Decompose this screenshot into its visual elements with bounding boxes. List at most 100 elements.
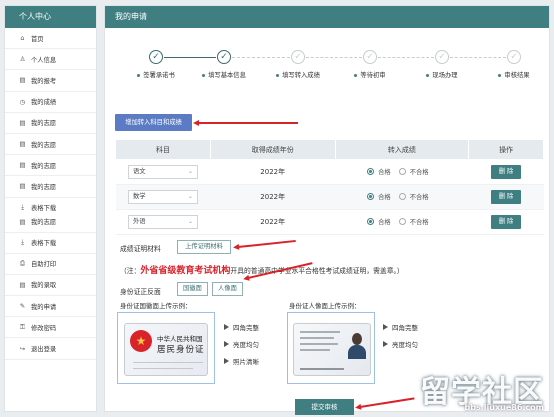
sidebar-item[interactable]: ▤ 我的报考 (5, 70, 96, 92)
sidebar-item[interactable]: ♙ 个人信息 (5, 49, 96, 71)
score-table: 科目 取得成绩年份 转入成绩 操作 语文 ⌄ 2022年 合格 不合格删 除数学 ⌄ 202… (115, 139, 544, 235)
subject-select[interactable]: 外语 ⌄ (127, 215, 198, 229)
step-label: 现场办理 (432, 72, 458, 79)
download-icon: ⤓ (21, 203, 24, 211)
menu-icon: ⌂ (20, 34, 25, 43)
step-label: 填写基本信息 (208, 72, 246, 79)
menu-icon: ⎙ (19, 259, 26, 268)
pass-radio[interactable]: 合格 (367, 192, 391, 201)
year-cell: 2022年 (210, 159, 336, 185)
check-icon: ✓ (291, 50, 305, 64)
sidebar-title: 个人中心 (5, 6, 96, 28)
menu-icon: ⚿ (20, 322, 25, 331)
col-header-action: 操作 (468, 139, 544, 160)
col-header-score: 转入成绩 (334, 139, 470, 160)
subject-select[interactable]: 语文 ⌄ (127, 165, 198, 179)
sidebar-item-label: 个人信息 (31, 56, 57, 64)
upload-portrait-side-button[interactable]: 人像面 (212, 282, 243, 296)
annotation-arrow (359, 397, 415, 408)
sidebar-item-label: 表格下载 (31, 205, 57, 212)
step: ✓ 签署承诺书 (121, 50, 191, 79)
portrait-photo (348, 333, 366, 359)
watermark: 留学社区 bbs.liuxue86.com (420, 375, 544, 412)
step: ✓ 现场办理 (407, 50, 477, 79)
sidebar-item-label: 我的志愿 (31, 141, 57, 149)
sidebar-item[interactable]: ⚿ 修改密码 (5, 317, 96, 339)
check-icon: ✓ (507, 50, 521, 64)
pass-radio[interactable]: 合格 (367, 167, 391, 176)
sidebar-item-label: 我的报考 (31, 77, 57, 85)
sidebar-item[interactable]: ⌂ 首页 (5, 28, 96, 50)
triangle-icon (383, 340, 388, 347)
card-country-text: 中华人民共和国 (157, 335, 203, 343)
table-row: 语文 ⌄ 2022年 合格 不合格 删 除 (115, 159, 544, 185)
sidebar-item[interactable]: ▤ 我的志愿 (5, 113, 96, 134)
sidebar-item-label: 首页 (31, 35, 44, 43)
sidebar-item-label: 我的申请 (31, 303, 57, 311)
sidebar-item[interactable]: ▤ 我的录取 (5, 275, 96, 297)
portrait-tips: 四角完整 亮度均匀 (383, 319, 418, 353)
menu-icon: ♙ (19, 55, 26, 64)
col-header-subject: 科目 (115, 139, 211, 160)
fail-radio[interactable]: 不合格 (398, 192, 429, 201)
chevron-down-icon: ⌄ (187, 218, 193, 225)
sidebar-item-label: 我的成绩 (31, 99, 57, 107)
menu-icon: ▤ (19, 76, 26, 85)
col-header-year: 取得成绩年份 (209, 139, 336, 160)
annotation-arrow (193, 120, 298, 125)
subject-select[interactable]: 数学 ⌄ (127, 190, 198, 204)
menu-icon: ▤ (19, 161, 26, 170)
year-cell: 2022年 (210, 209, 336, 235)
id-card-portrait-image (293, 323, 371, 376)
emblem-sample-title: 身份证国徽面上传示例： (120, 302, 192, 310)
sidebar-item[interactable]: ▤ 我的志愿 (5, 134, 96, 156)
id-card-label: 身份证正反面 (120, 288, 161, 296)
sidebar-item[interactable]: ↪ 退出登录 (5, 338, 96, 360)
sidebar-item-label: 自助打印 (31, 261, 57, 269)
main-panel: 我的申请 ✓ 签署承诺书 ✓ 填写基本信息 ✓ 填写转入成绩 ✓ 等待初审 ✓ 现场办理 ✓ 审核结果… (104, 5, 550, 415)
sidebar-item-label: 我的志愿 (31, 162, 57, 170)
triangle-icon (224, 323, 229, 330)
step-label: 审核结果 (504, 72, 530, 79)
sidebar-item-label: 我的志愿 (31, 183, 57, 191)
fail-radio[interactable]: 不合格 (398, 167, 429, 176)
menu-icon: ▤ (19, 280, 26, 289)
upload-proof-button[interactable]: 上传证明材料 (177, 240, 231, 254)
sidebar-item[interactable]: ◷ 我的成绩 (5, 92, 96, 113)
progress-steps: ✓ 签署承诺书 ✓ 填写基本信息 ✓ 填写转入成绩 ✓ 等待初审 ✓ 现场办理 ✓ 审核结果 (129, 50, 539, 90)
delete-button[interactable]: 删 除 (491, 190, 522, 204)
check-icon: ✓ (217, 50, 231, 64)
card-title-text: 居民身份证 (157, 345, 205, 355)
sidebar: 个人中心 ⌂ 首页 ♙ 个人信息 ▤ 我的报考 ◷ 我的成绩 ▤ 我的志愿 ▤ 我的志愿 ▤ 我的志愿 ▤ 我… (4, 5, 97, 412)
sidebar-item-label: 退出登录 (31, 346, 57, 354)
sidebar-item-label: 我的志愿 (31, 120, 57, 128)
annotation-arrow (237, 239, 296, 248)
chevron-down-icon: ⌄ (187, 193, 193, 200)
triangle-icon (224, 340, 229, 347)
sidebar-item-label: 我的录取 (31, 282, 57, 290)
sidebar-item[interactable]: ✎ 我的申请 (5, 296, 96, 318)
delete-button[interactable]: 删 除 (491, 165, 522, 179)
fail-radio[interactable]: 不合格 (398, 217, 429, 226)
add-subject-button[interactable]: 增加转入科目和成绩 (115, 114, 192, 131)
sidebar-item[interactable]: ⎙ 自助打印 (5, 254, 96, 275)
step-label: 签署承诺书 (143, 72, 175, 79)
sidebar-item[interactable]: ⤓ 表格下载 ▤ 我的志愿 (5, 198, 96, 233)
triangle-icon (224, 357, 229, 364)
document-icon: ▤ (19, 217, 26, 226)
chevron-down-icon: ⌄ (187, 168, 193, 175)
sidebar-item-label: 修改密码 (31, 324, 57, 332)
menu-icon: ✎ (19, 302, 26, 311)
sidebar-item[interactable]: ▤ 我的志愿 (5, 176, 96, 198)
sidebar-menu: ⌂ 首页 ♙ 个人信息 ▤ 我的报考 ◷ 我的成绩 ▤ 我的志愿 ▤ 我的志愿 ▤ 我的志愿 ▤ 我的志愿 ⤓ 表… (5, 28, 96, 360)
emblem-side-sample: ★ 中华人民共和国 居民身份证 (117, 312, 215, 384)
sidebar-item-label: 我的志愿 (31, 219, 57, 226)
pass-radio[interactable]: 合格 (367, 217, 391, 226)
upload-emblem-side-button[interactable]: 国徽面 (177, 282, 208, 296)
delete-button[interactable]: 删 除 (491, 215, 522, 229)
sidebar-item[interactable]: ▤ 我的志愿 (5, 155, 96, 177)
step-label: 填写转入成绩 (282, 72, 320, 79)
sidebar-item[interactable]: ⤓ 表格下载 (5, 233, 96, 254)
step: ✓ 填写基本信息 (189, 50, 259, 79)
submit-button[interactable]: 提交审核 (295, 399, 354, 415)
